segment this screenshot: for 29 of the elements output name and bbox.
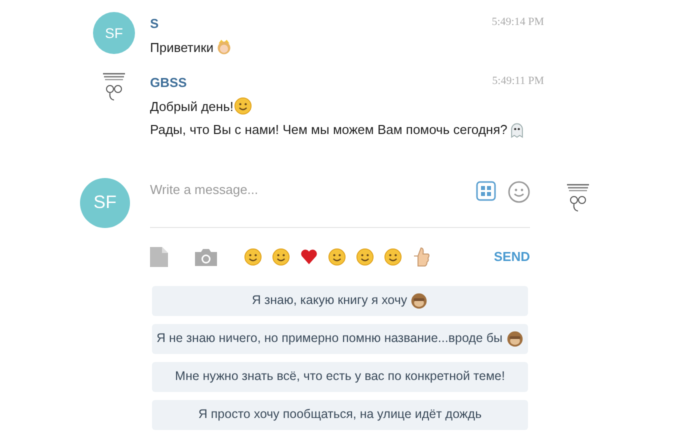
monkey-emoji-icon bbox=[506, 330, 524, 348]
grid-icon[interactable] bbox=[476, 180, 496, 200]
heart-eyes-emoji-icon bbox=[328, 248, 346, 266]
file-icon[interactable] bbox=[150, 246, 168, 266]
kissing-emoji-icon bbox=[272, 248, 290, 266]
camera-icon[interactable] bbox=[195, 248, 217, 266]
quick-reply-button[interactable]: Я не знаю ничего, но примерно помню название...вроде бы bbox=[152, 324, 528, 354]
monkey-emoji-icon bbox=[410, 292, 428, 310]
laughing-emoji-icon bbox=[244, 248, 262, 266]
princess-emoji-icon bbox=[214, 38, 233, 56]
message-input[interactable]: Write a message... bbox=[150, 180, 476, 199]
avatar: SF bbox=[80, 178, 130, 228]
quick-reply-button[interactable]: Я знаю, какую книгу я хочу bbox=[152, 286, 528, 316]
message-time: 5:49:11 PM bbox=[492, 74, 544, 89]
message-text: Рады, что Вы с нами! Чем мы можем Вам помочь сегодня? bbox=[150, 121, 508, 139]
message-text: Добрый день! bbox=[150, 98, 234, 116]
message-text: Приветики bbox=[150, 38, 214, 57]
smiling-emoji-icon bbox=[356, 248, 374, 266]
heart-icon[interactable] bbox=[300, 248, 318, 266]
author-name: GBSS bbox=[150, 74, 187, 92]
smiley-icon[interactable] bbox=[508, 180, 530, 202]
quick-reply-button[interactable]: Я просто хочу пообщаться, на улице идёт дождь bbox=[152, 400, 528, 430]
thumbs-up-icon[interactable] bbox=[412, 246, 430, 266]
smiling-emoji-icon bbox=[234, 97, 252, 116]
message-time: 5:49:14 PM bbox=[492, 15, 544, 30]
author-name: S bbox=[150, 15, 159, 33]
quick-reply-button[interactable]: Мне нужно знать всё, что есть у вас по конкретной теме! bbox=[152, 362, 528, 392]
avatar: SF bbox=[93, 12, 135, 54]
grinning-emoji-icon bbox=[384, 248, 402, 266]
